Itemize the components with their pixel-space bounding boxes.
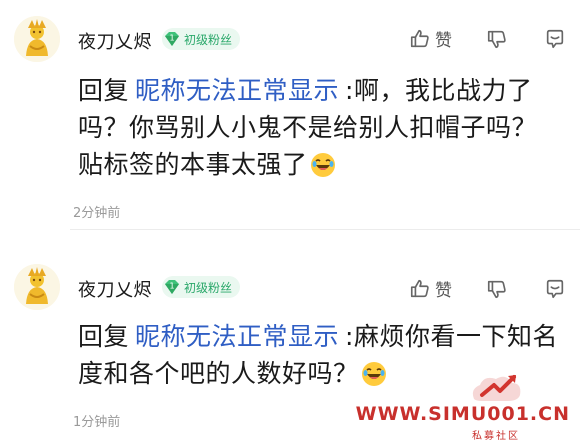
- username[interactable]: 夜刀乂烬: [78, 28, 152, 54]
- reply-icon: [544, 278, 566, 300]
- comment-body: 回复 昵称无法正常显示:啊，我比战力了吗？你骂别人小鬼不是给别人扣帽子吗？贴标签的…: [78, 72, 558, 188]
- fan-level-badge: 1 初级粉丝: [162, 276, 241, 298]
- comment-time: 1分钟前: [73, 415, 121, 430]
- reply-button[interactable]: [544, 278, 566, 300]
- laughing-emoji-icon: [310, 151, 336, 188]
- badge-gem-icon: 1: [162, 28, 182, 50]
- badge-level: 1: [169, 34, 174, 43]
- avatar[interactable]: [14, 16, 60, 62]
- like-label: 赞: [435, 31, 452, 51]
- avatar[interactable]: [14, 264, 60, 310]
- thumbs-up-icon: [409, 28, 431, 50]
- badge-gem-icon: 1: [162, 276, 182, 298]
- badge-label: 初级粉丝: [184, 280, 233, 295]
- like-button[interactable]: 赞: [409, 26, 452, 51]
- mention-link[interactable]: 昵称无法正常显示: [135, 76, 339, 105]
- dislike-button[interactable]: [486, 278, 508, 300]
- comment-thread: 夜刀乂烬 1 初级粉丝 赞 回复 昵称无法正常显示:啊，我比战力了吗？你骂别人…: [0, 0, 580, 445]
- badge-level: 1: [169, 282, 174, 291]
- watermark-subtext: 私募社区: [472, 431, 520, 442]
- reply-icon: [544, 28, 566, 50]
- username[interactable]: 夜刀乂烬: [78, 276, 152, 302]
- laughing-emoji-icon: [361, 360, 387, 397]
- watermark-text: WWW.SIMU001.CN: [355, 403, 570, 425]
- reply-button[interactable]: [544, 28, 566, 50]
- comment-actions: 赞: [409, 276, 566, 301]
- reply-prefix: 回复: [78, 322, 130, 351]
- like-label: 赞: [435, 281, 452, 301]
- fan-level-badge: 1 初级粉丝: [162, 28, 241, 50]
- comment-actions: 赞: [409, 26, 566, 51]
- badge-label: 初级粉丝: [184, 32, 233, 47]
- comment-item: 夜刀乂烬 1 初级粉丝 赞: [0, 0, 580, 230]
- like-button[interactable]: 赞: [409, 276, 452, 301]
- mention-link[interactable]: 昵称无法正常显示: [135, 322, 339, 351]
- dislike-button[interactable]: [486, 28, 508, 50]
- reply-prefix: 回复: [78, 76, 130, 105]
- thumbs-down-icon: [486, 278, 508, 300]
- thumbs-down-icon: [486, 28, 508, 50]
- comment-time: 2分钟前: [73, 206, 121, 221]
- thumbs-up-icon: [409, 278, 431, 300]
- site-watermark: WWW.SIMU001.CN 私募社区: [356, 371, 570, 442]
